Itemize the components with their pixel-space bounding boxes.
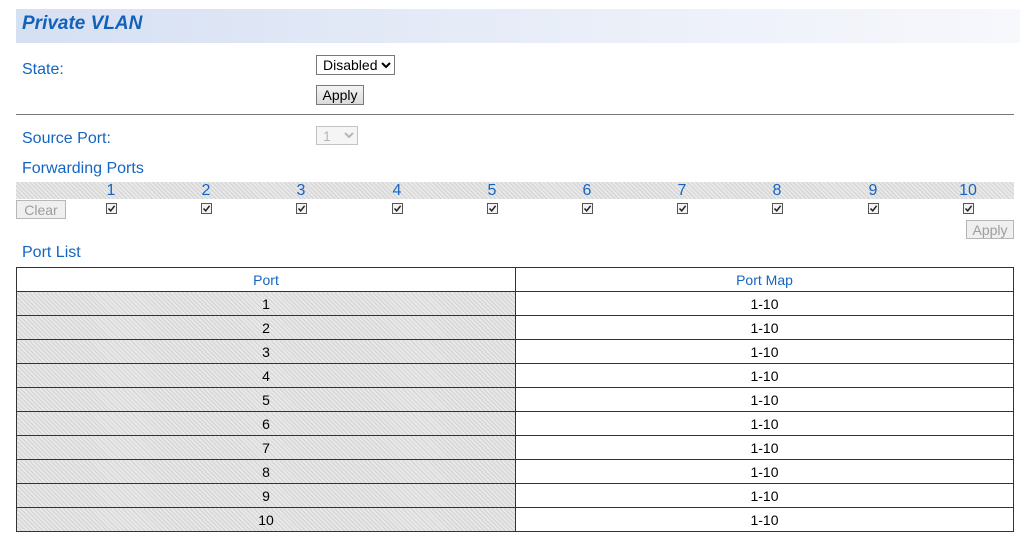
port-map-cell: 1-10 (515, 459, 1014, 484)
table-row: 8 1-10 (16, 459, 1014, 484)
port-column-header: Port (16, 267, 516, 292)
table-row: 5 1-10 (16, 387, 1014, 412)
forwarding-port-checkbox[interactable] (106, 203, 117, 214)
state-apply-button[interactable]: Apply (316, 85, 364, 105)
table-header-row: Port Port Map (16, 267, 1014, 292)
port-cell: 7 (16, 435, 516, 460)
forwarding-port-checkbox[interactable] (392, 203, 403, 214)
port-map-cell: 1-10 (515, 435, 1014, 460)
checkmark-icon (964, 205, 973, 212)
table-row: 7 1-10 (16, 435, 1014, 460)
page-title: Private VLAN (22, 13, 143, 34)
source-port-select[interactable]: 1 (316, 126, 358, 145)
table-row: 3 1-10 (16, 339, 1014, 364)
checkmark-icon (393, 205, 402, 212)
forwarding-port-checkbox[interactable] (201, 203, 212, 214)
forwarding-port-number: 8 (772, 182, 782, 199)
port-list-table: Port Port Map 1 1-10 2 1-10 3 1-10 4 1-10 5 1-10 6… (16, 267, 1014, 532)
forwarding-port-number: 10 (959, 182, 977, 199)
forwarding-ports-label: Forwarding Ports (22, 160, 144, 177)
port-map-cell: 1-10 (515, 291, 1014, 316)
port-map-cell: 1-10 (515, 363, 1014, 388)
port-cell: 8 (16, 459, 516, 484)
checkmark-icon (678, 205, 687, 212)
port-map-cell: 1-10 (515, 315, 1014, 340)
checkmark-icon (869, 205, 878, 212)
port-map-cell: 1-10 (515, 411, 1014, 436)
checkmark-icon (773, 205, 782, 212)
port-map-column-header: Port Map (515, 267, 1014, 292)
checkmark-icon (202, 205, 211, 212)
forwarding-port-number: 3 (296, 182, 306, 199)
forwarding-port-checkbox[interactable] (677, 203, 688, 214)
port-cell: 3 (16, 339, 516, 364)
forwarding-port-checkbox[interactable] (296, 203, 307, 214)
table-row: 4 1-10 (16, 363, 1014, 388)
forwarding-port-number: 5 (487, 182, 497, 199)
clear-button[interactable]: Clear (16, 200, 66, 219)
port-map-cell: 1-10 (515, 507, 1014, 532)
forwarding-port-checkbox[interactable] (582, 203, 593, 214)
table-row: 10 1-10 (16, 507, 1014, 532)
table-row: 1 1-10 (16, 291, 1014, 316)
source-port-label: Source Port: (22, 130, 111, 147)
table-row: 9 1-10 (16, 483, 1014, 508)
port-cell: 6 (16, 411, 516, 436)
port-map-cell: 1-10 (515, 339, 1014, 364)
section-divider (16, 114, 1014, 115)
port-cell: 9 (16, 483, 516, 508)
forwarding-port-number: 6 (582, 182, 592, 199)
port-list-label: Port List (22, 244, 81, 261)
checkmark-icon (297, 205, 306, 212)
forwarding-port-checkbox[interactable] (868, 203, 879, 214)
port-cell: 5 (16, 387, 516, 412)
forwarding-port-checkbox[interactable] (772, 203, 783, 214)
state-label: State: (22, 61, 64, 78)
forwarding-port-number: 4 (392, 182, 402, 199)
forwarding-apply-button[interactable]: Apply (966, 220, 1014, 239)
checkmark-icon (583, 205, 592, 212)
port-cell: 4 (16, 363, 516, 388)
forwarding-port-checkbox[interactable] (963, 203, 974, 214)
forwarding-port-number: 9 (868, 182, 878, 199)
state-select[interactable]: Disabled (316, 55, 395, 75)
checkmark-icon (107, 205, 116, 212)
port-map-cell: 1-10 (515, 387, 1014, 412)
table-row: 6 1-10 (16, 411, 1014, 436)
forwarding-port-checkbox[interactable] (487, 203, 498, 214)
title-bar: Private VLAN (16, 9, 1020, 43)
port-cell: 2 (16, 315, 516, 340)
port-cell: 10 (16, 507, 516, 532)
table-row: 2 1-10 (16, 315, 1014, 340)
forwarding-port-number: 2 (201, 182, 211, 199)
checkmark-icon (488, 205, 497, 212)
forwarding-port-number: 7 (677, 182, 687, 199)
port-map-cell: 1-10 (515, 483, 1014, 508)
port-list-body: 1 1-10 2 1-10 3 1-10 4 1-10 5 1-10 6 1-10 7 1-10 8 1-10… (16, 291, 1014, 532)
forwarding-port-number: 1 (106, 182, 116, 199)
port-cell: 1 (16, 291, 516, 316)
